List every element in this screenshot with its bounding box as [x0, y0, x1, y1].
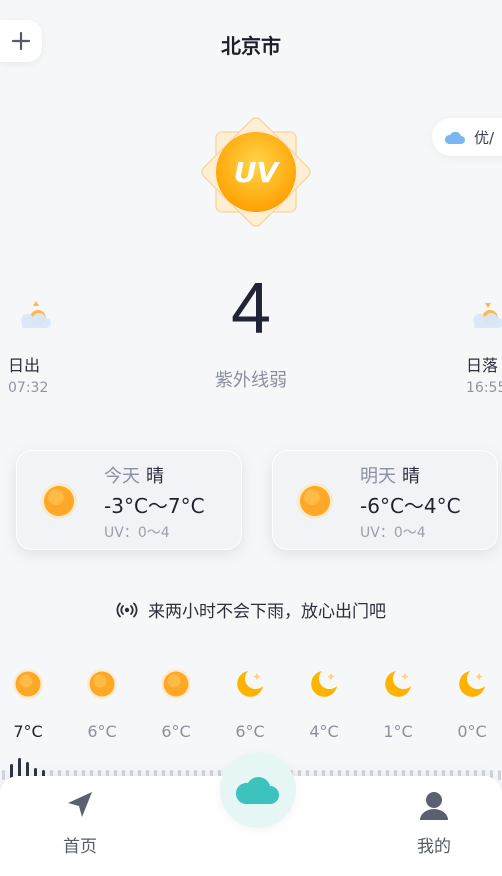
- hour-item[interactable]: 7°C: [0, 668, 58, 741]
- nav-weather-button[interactable]: [220, 752, 296, 828]
- cloud-icon: [444, 131, 465, 144]
- forecast-condition: 晴: [402, 466, 420, 487]
- hour-temp: 6°C: [235, 722, 265, 741]
- forecast-day: 明天: [360, 466, 396, 487]
- hour-item[interactable]: 6°C: [146, 668, 206, 741]
- cloud-icon: [235, 777, 279, 804]
- forecast-day-line: 今天晴: [104, 462, 164, 488]
- moon-icon: [385, 671, 411, 697]
- sun-icon: [13, 669, 43, 699]
- hour-item[interactable]: 6°C: [72, 668, 132, 741]
- nav-weather-circle: [220, 752, 296, 828]
- nav-home[interactable]: 首页: [40, 788, 120, 857]
- sunset-label: 日落: [466, 356, 499, 375]
- hour-item[interactable]: 1°C: [368, 668, 428, 741]
- sun-icon: [41, 483, 77, 519]
- uv-badge-text: UV: [234, 156, 281, 189]
- rain-notice: 来两小时不会下雨，放心出门吧: [0, 597, 502, 622]
- uv-badge: UV: [201, 117, 311, 227]
- hour-temp: 4°C: [309, 722, 339, 741]
- hour-item[interactable]: 6°C: [220, 668, 280, 741]
- city-title[interactable]: 北京市: [0, 30, 502, 59]
- aqi-label: 优/: [474, 128, 495, 147]
- sunset-time: 16:55: [466, 380, 502, 396]
- timeline-tick: [498, 770, 501, 780]
- hour-temp: 0°C: [457, 722, 487, 741]
- timeline-tick: [2, 770, 5, 780]
- sun-icon: [161, 669, 191, 699]
- uv-description: 紫外线弱: [215, 370, 287, 391]
- hour-temp: 6°C: [87, 722, 117, 741]
- broadcast-icon: [116, 602, 138, 617]
- user-icon: [420, 792, 448, 820]
- uv-index-value: 4: [230, 269, 272, 349]
- hour-item[interactable]: 0°C: [442, 668, 502, 741]
- forecast-uv-range: UV：0～4: [104, 525, 170, 541]
- sunrise-label: 日出: [8, 356, 41, 375]
- hour-item[interactable]: 4°C: [294, 668, 354, 741]
- hour-temp: 6°C: [161, 722, 191, 741]
- bottom-nav: 首页 我的: [0, 752, 502, 876]
- sunset-block: 日落 16:55: [466, 298, 502, 396]
- forecast-day-line: 明天晴: [360, 462, 420, 488]
- sunrise-time: 07:32: [8, 380, 49, 396]
- forecast-uv-range: UV：0～4: [360, 525, 426, 541]
- moon-icon: [459, 671, 485, 697]
- forecast-day: 今天: [104, 466, 140, 487]
- nav-me[interactable]: 我的: [394, 788, 474, 857]
- navigation-arrow-icon: [68, 792, 92, 817]
- sun-icon: [297, 483, 333, 519]
- hour-temp: 1°C: [383, 722, 413, 741]
- sunset-icon: [473, 303, 502, 328]
- sunrise-icon: [21, 301, 51, 328]
- sunrise-block: 日出 07:32: [8, 298, 68, 396]
- rain-notice-text: 来两小时不会下雨，放心出门吧: [148, 602, 386, 622]
- hour-temp: 7°C: [13, 722, 43, 741]
- forecast-temp-range: -3°C～7°C: [104, 494, 205, 518]
- moon-icon: [237, 671, 263, 697]
- nav-me-label: 我的: [417, 837, 451, 857]
- hourly-forecast[interactable]: 7°C 6°C 6°C 6°C 4°C 1°C 0°C: [0, 668, 502, 748]
- forecast-card-today[interactable]: 今天晴 -3°C～7°C UV：0～4: [16, 450, 242, 550]
- nav-home-label: 首页: [63, 837, 97, 857]
- forecast-condition: 晴: [146, 466, 164, 487]
- sun-icon: [87, 669, 117, 699]
- forecast-temp-range: -6°C～4°C: [360, 494, 461, 518]
- moon-icon: [311, 671, 337, 697]
- aqi-pill[interactable]: 优/: [432, 118, 502, 156]
- forecast-card-tomorrow[interactable]: 明天晴 -6°C～4°C UV：0～4: [272, 450, 498, 550]
